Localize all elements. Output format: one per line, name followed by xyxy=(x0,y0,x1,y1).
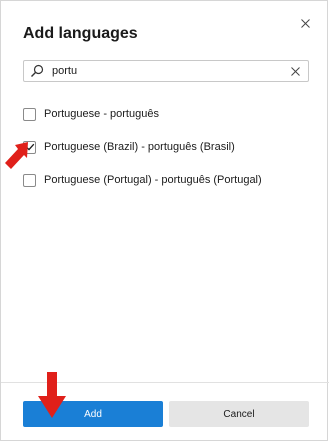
add-languages-dialog: Add languages Portuguese - português xyxy=(0,0,329,442)
dialog-title: Add languages xyxy=(23,25,138,42)
checkbox[interactable] xyxy=(23,173,36,187)
checkmark-icon xyxy=(25,143,34,151)
clear-search-button[interactable] xyxy=(288,64,302,78)
clear-icon xyxy=(290,66,300,76)
language-item-portuguese[interactable]: Portuguese - português xyxy=(23,105,159,123)
language-item-portuguese-portugal[interactable]: Portuguese (Portugal) - português (Portu… xyxy=(23,171,262,189)
dialog-footer: Add Cancel xyxy=(1,382,329,442)
add-button[interactable]: Add xyxy=(23,401,163,427)
close-icon xyxy=(300,18,310,28)
language-item-portuguese-brazil[interactable]: Portuguese (Brazil) - português (Brasil) xyxy=(23,138,235,156)
language-label: Portuguese - português xyxy=(44,108,159,120)
checkbox-checked[interactable] xyxy=(23,140,36,154)
close-button[interactable] xyxy=(297,15,313,31)
search-input[interactable] xyxy=(48,62,288,80)
search-icon xyxy=(30,62,48,80)
cancel-button[interactable]: Cancel xyxy=(169,401,309,427)
checkbox[interactable] xyxy=(23,107,36,121)
search-box xyxy=(23,60,309,82)
language-label: Portuguese (Portugal) - português (Portu… xyxy=(44,174,262,186)
language-label: Portuguese (Brazil) - português (Brasil) xyxy=(44,141,235,153)
